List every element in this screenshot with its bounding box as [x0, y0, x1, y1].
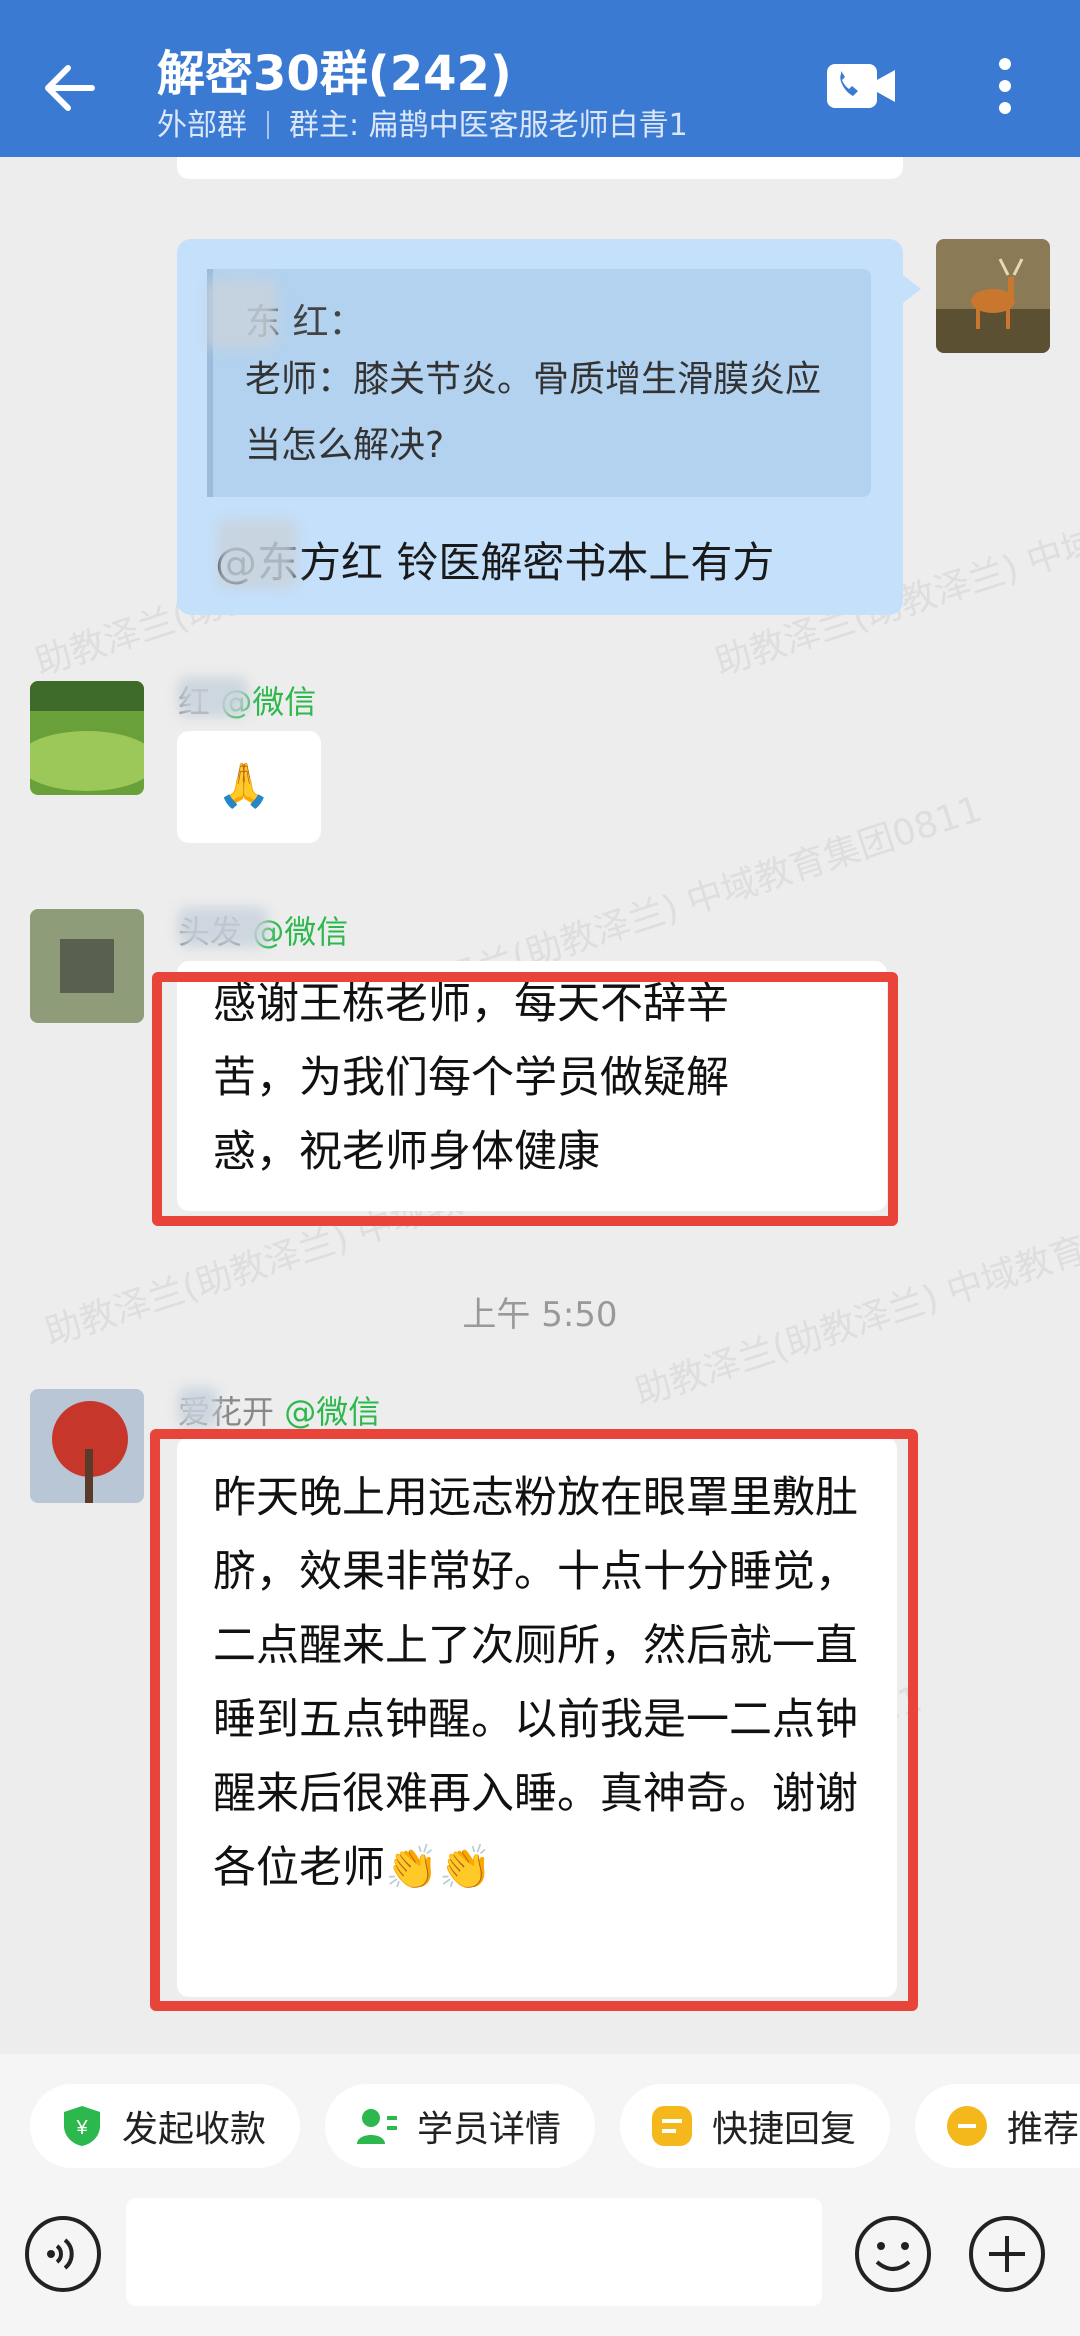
privacy-blur: [217, 519, 297, 589]
quoted-message[interactable]: 东 红： 老师：膝关节炎。骨质增生滑膜炎应当怎么解决?: [207, 269, 871, 497]
shield-yen-icon: ¥: [64, 2106, 100, 2146]
quick-reply-icon: [652, 2106, 692, 2146]
recommend-chat-icon: [947, 2106, 987, 2146]
back-arrow-icon[interactable]: [40, 58, 100, 118]
timestamp: 上午 5:50: [462, 1295, 618, 1335]
student-details-label: 学员详情: [417, 2109, 562, 2150]
privacy-blur: [178, 677, 248, 717]
deer-avatar-icon: [936, 239, 1050, 353]
sender-avatar[interactable]: [30, 909, 144, 1023]
quick-reply-button[interactable]: 快捷回复: [620, 2084, 890, 2168]
highlight-box: [150, 1429, 918, 2011]
quick-reply-label: 快捷回复: [712, 2109, 857, 2150]
wechat-tag: @微信: [284, 1393, 381, 1431]
recommend-label: 推荐: [1007, 2109, 1080, 2150]
quoted-text: 老师：膝关节炎。骨质增生滑膜炎应当怎么解决?: [245, 359, 822, 466]
group-subtitle: 外部群 群主: 扁鹊中医客服老师白青1: [157, 100, 688, 144]
input-bar: [0, 2194, 1080, 2336]
blurred-avatar-icon: [30, 909, 144, 1023]
sender-avatar[interactable]: [30, 681, 144, 795]
self-reply-text: @东方红 铃医解密书本上有方: [215, 538, 775, 587]
divider: [267, 111, 269, 139]
group-owner-label: 群主: 扁鹊中医客服老师白青1: [289, 108, 688, 143]
privacy-blur: [207, 279, 277, 349]
message-bubble[interactable]: 🙏: [177, 731, 321, 843]
privacy-blur: [178, 1387, 218, 1427]
plus-icon[interactable]: [967, 2214, 1047, 2294]
video-call-icon[interactable]: [825, 60, 897, 112]
chat-header: 解密30群(242) 外部群 群主: 扁鹊中医客服老师白青1: [0, 0, 1080, 157]
sender-avatar[interactable]: [30, 1389, 144, 1503]
recommend-button[interactable]: 推荐: [915, 2084, 1080, 2168]
collect-payment-button[interactable]: ¥ 发起收款: [30, 2084, 300, 2168]
chat-area[interactable]: 助教泽兰(助教泽兰) 中域教育集团0811 助教泽兰(助教泽兰) 中域教育集团0…: [0, 157, 1080, 2054]
more-options-icon[interactable]: [990, 54, 1020, 118]
landscape-avatar-icon: [30, 681, 144, 795]
self-avatar[interactable]: [936, 239, 1050, 353]
student-details-button[interactable]: 学员详情: [325, 2084, 595, 2168]
voice-input-icon[interactable]: [23, 2214, 103, 2294]
group-title: 解密30群(242): [157, 46, 512, 102]
message-input[interactable]: [126, 2198, 822, 2306]
previous-message-bubble[interactable]: [177, 157, 903, 179]
emoji-icon[interactable]: [853, 2214, 933, 2294]
highlight-box: [152, 972, 898, 1226]
user-card-icon: [357, 2109, 397, 2144]
svg-text:¥: ¥: [75, 2117, 88, 2139]
collect-payment-label: 发起收款: [122, 2109, 267, 2150]
self-message-bubble[interactable]: 东 红： 老师：膝关节炎。骨质增生滑膜炎应当怎么解决? @东方红 铃医解密书本上…: [177, 239, 921, 615]
quick-toolbar: ¥ 发起收款 学员详情 快捷回复 推荐: [0, 2054, 1080, 2194]
privacy-blur: [178, 907, 268, 947]
message-text: 🙏: [217, 761, 271, 811]
group-type-label: 外部群: [157, 108, 247, 143]
autumn-avatar-icon: [30, 1389, 144, 1503]
